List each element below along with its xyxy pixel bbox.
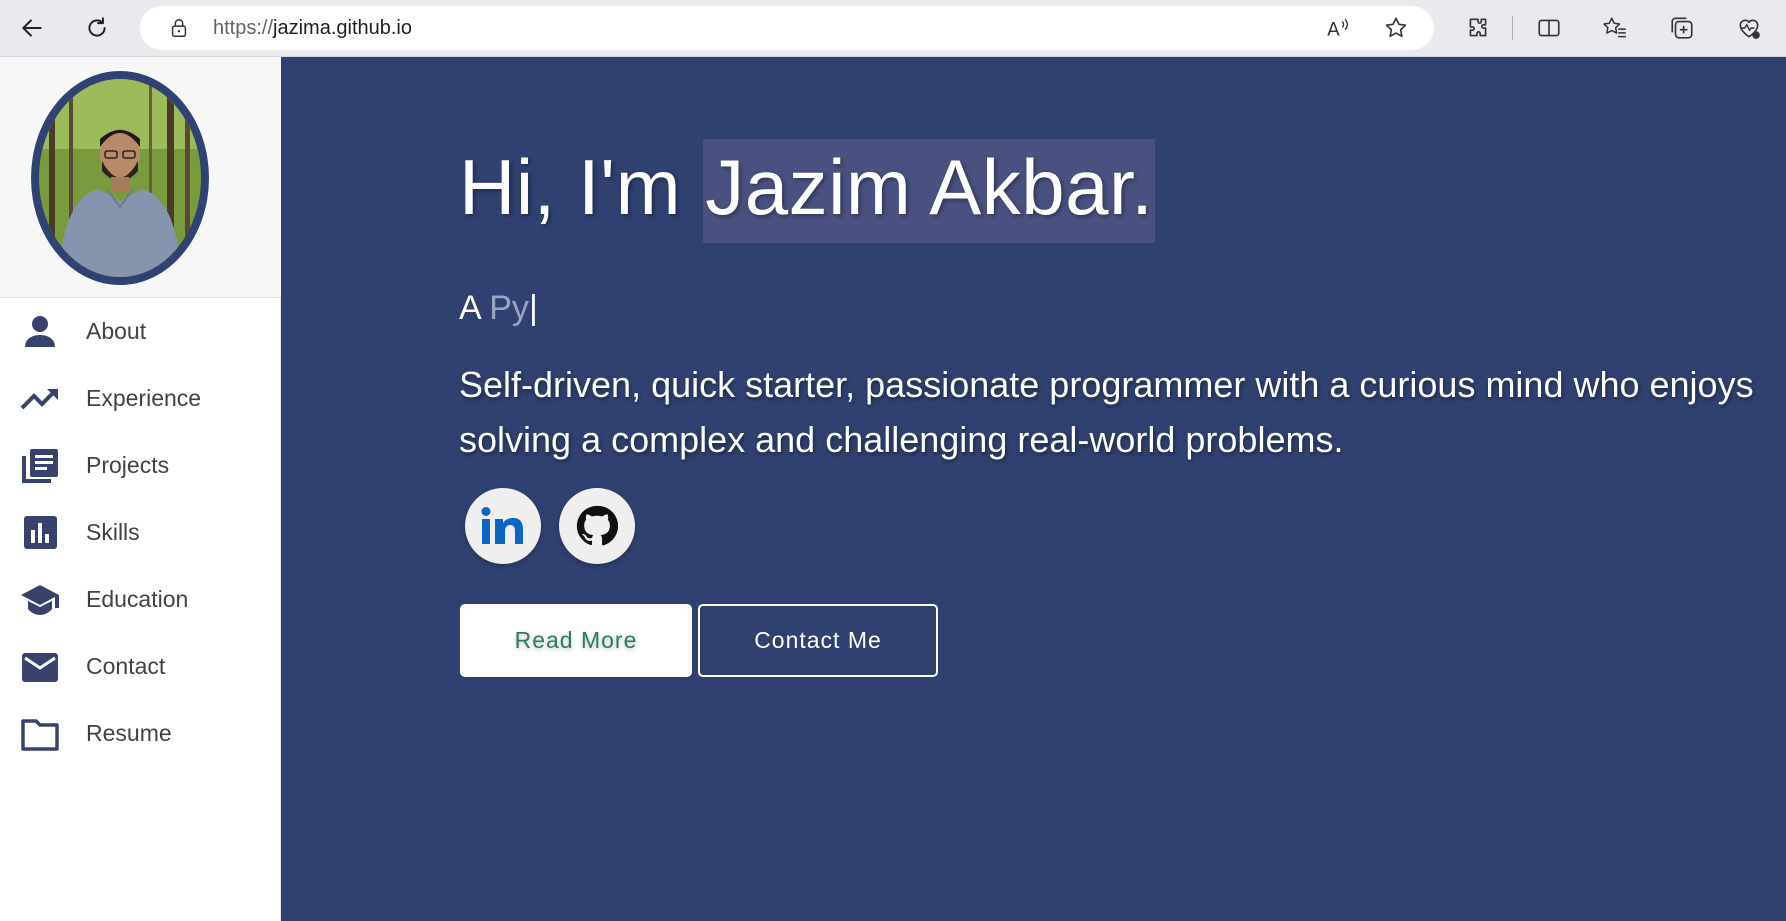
contact-me-button[interactable]: Contact Me — [698, 604, 938, 677]
folder-icon — [20, 715, 60, 753]
sidebar: About Experience Projects Skills Educati… — [0, 57, 281, 921]
favorite-star-icon[interactable] — [1383, 15, 1409, 41]
mail-icon — [20, 648, 60, 686]
sidebar-item-resume[interactable]: Resume — [0, 700, 281, 767]
sidebar-item-projects[interactable]: Projects — [0, 432, 281, 499]
browser-essentials-icon[interactable] — [1731, 10, 1767, 46]
intro-text: Self-driven, quick starter, passionate p… — [459, 364, 1754, 460]
library-books-icon — [20, 447, 60, 485]
typed-prefix: A — [459, 289, 490, 327]
github-link[interactable] — [559, 488, 635, 564]
typed-text: Py — [489, 289, 529, 327]
sidebar-item-label: Contact — [86, 653, 166, 679]
read-aloud-icon[interactable]: A — [1325, 15, 1351, 41]
extensions-icon[interactable] — [1460, 10, 1496, 46]
sidebar-item-education[interactable]: Education — [0, 566, 281, 633]
read-more-button[interactable]: Read More — [460, 604, 692, 677]
profile-header — [0, 57, 281, 298]
favorites-icon[interactable] — [1597, 10, 1633, 46]
collections-icon[interactable] — [1664, 10, 1700, 46]
back-icon[interactable] — [14, 10, 50, 46]
url-text[interactable]: https://jazima.github.io — [213, 6, 412, 50]
linkedin-link[interactable] — [465, 488, 541, 564]
greeting-prefix: Hi, I'm — [459, 143, 704, 231]
person-icon — [20, 313, 60, 351]
sidebar-item-label: Education — [86, 586, 189, 612]
hero-section: Hi, I'm Jazim Akbar. A Py| Self-driven, … — [281, 57, 1786, 921]
toolbar-separator — [1512, 16, 1513, 40]
lock-icon[interactable] — [168, 17, 190, 39]
refresh-icon[interactable] — [79, 10, 115, 46]
graduation-cap-icon — [20, 581, 60, 619]
typing-cursor: | — [528, 289, 538, 327]
bar-chart-icon — [20, 514, 60, 552]
browser-toolbar: https://jazima.github.io A — [0, 0, 1786, 57]
sidebar-item-label: Experience — [86, 385, 202, 411]
sidebar-nav: About Experience Projects Skills Educati… — [0, 298, 281, 767]
svg-text:A: A — [1327, 20, 1340, 41]
hero-heading: Hi, I'm Jazim Akbar. — [459, 139, 1156, 243]
sidebar-item-skills[interactable]: Skills — [0, 499, 281, 566]
typed-subtitle: A Py| — [459, 289, 538, 328]
sidebar-item-label: Projects — [86, 452, 170, 478]
address-bar[interactable]: https://jazima.github.io A — [140, 6, 1434, 50]
sidebar-item-experience[interactable]: Experience — [0, 365, 281, 432]
sidebar-item-contact[interactable]: Contact — [0, 633, 281, 700]
sidebar-item-about[interactable]: About — [0, 298, 281, 365]
sidebar-item-label: Skills — [86, 519, 140, 545]
trending-up-icon — [20, 380, 60, 418]
hero-name: Jazim Akbar. — [703, 139, 1156, 243]
linkedin-icon — [481, 507, 523, 544]
sidebar-item-label: Resume — [86, 720, 172, 746]
github-icon — [576, 505, 618, 546]
sidebar-item-label: About — [86, 318, 147, 344]
split-screen-icon[interactable] — [1531, 10, 1567, 46]
avatar — [31, 71, 209, 285]
